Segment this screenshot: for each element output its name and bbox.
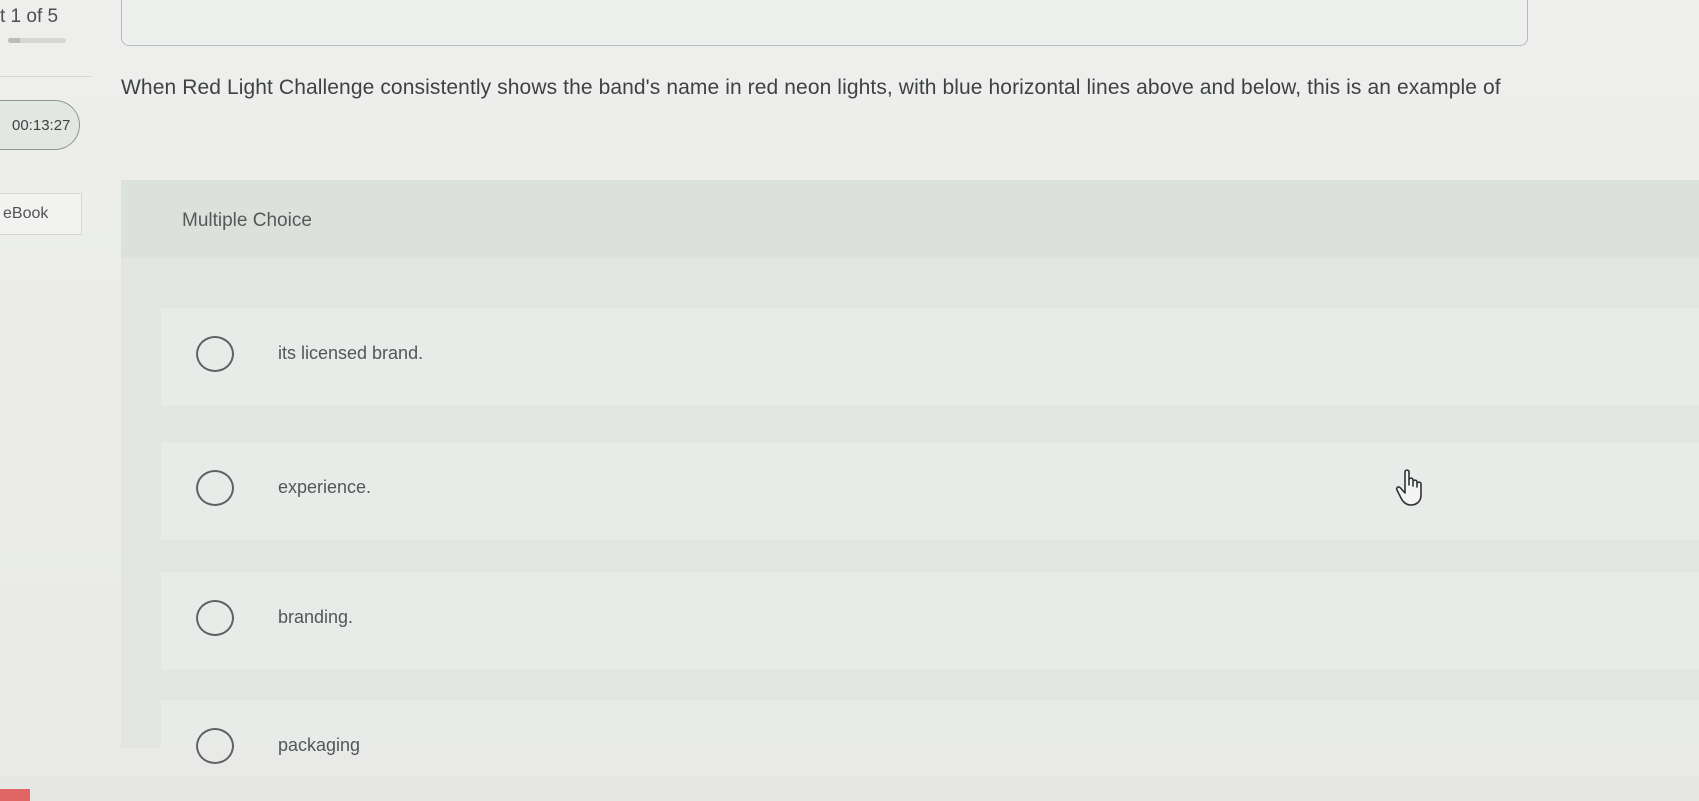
ebook-label: eBook xyxy=(3,205,49,222)
answer-option-4[interactable]: packaging xyxy=(161,700,1699,764)
timer-pill[interactable]: 00:13:27 xyxy=(0,100,80,150)
bottom-strip xyxy=(0,776,1699,801)
sidebar-divider xyxy=(0,76,92,77)
card-header: Multiple Choice xyxy=(121,180,1699,258)
radio-circle-icon[interactable] xyxy=(196,470,234,506)
corner-tab[interactable] xyxy=(0,789,30,801)
radio-circle-icon[interactable] xyxy=(196,600,234,636)
answer-option-label: branding. xyxy=(278,607,354,627)
assignment-page: t 1 of 5 00:13:27 eBook When Red Light C… xyxy=(0,0,1699,801)
radio-circle-icon[interactable] xyxy=(196,336,234,372)
progress-fill xyxy=(8,38,20,43)
radio-circle-icon[interactable] xyxy=(196,728,234,764)
answer-option-2[interactable]: experience. xyxy=(161,442,1699,540)
timer-text: 00:13:27 xyxy=(12,116,71,134)
answer-option-1[interactable]: its licensed brand. xyxy=(161,308,1699,406)
hand-pointer-icon xyxy=(1395,469,1422,506)
answer-option-label: packaging xyxy=(278,735,361,755)
answer-option-3[interactable]: branding. xyxy=(161,572,1699,670)
question-header-box xyxy=(121,0,1528,46)
answer-option-label: its licensed brand. xyxy=(278,343,424,363)
ebook-button[interactable]: eBook xyxy=(0,193,82,235)
progress-bar xyxy=(8,38,66,43)
question-counter: t 1 of 5 xyxy=(0,6,59,27)
question-type-label: Multiple Choice xyxy=(182,210,312,231)
question-card: Multiple Choice its licensed brand. expe… xyxy=(121,180,1699,764)
question-prompt: When Red Light Challenge consistently sh… xyxy=(121,76,1501,99)
answer-option-label: experience. xyxy=(278,477,372,497)
